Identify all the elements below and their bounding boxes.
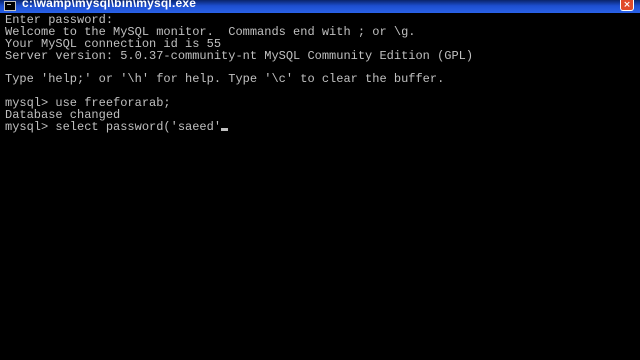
console-window: c:\wamp\mysql\bin\mysql.exe × Enter pass… [0,0,640,360]
console-line: Server version: 5.0.37-community-nt MySQ… [5,48,474,63]
console-icon[interactable] [4,1,16,11]
title-bar[interactable]: c:\wamp\mysql\bin\mysql.exe × [0,0,640,13]
window-title: c:\wamp\mysql\bin\mysql.exe [22,0,197,10]
text-cursor [221,128,229,132]
console-input-line[interactable]: mysql> select password('saeed' [5,120,640,135]
close-button[interactable]: × [620,0,634,11]
console-input-text: mysql> select password('saeed' [5,120,222,135]
console-output[interactable]: Enter password: Welcome to the MySQL mon… [0,13,640,360]
console-line: Type 'help;' or '\h' for help. Type '\c'… [5,72,445,87]
